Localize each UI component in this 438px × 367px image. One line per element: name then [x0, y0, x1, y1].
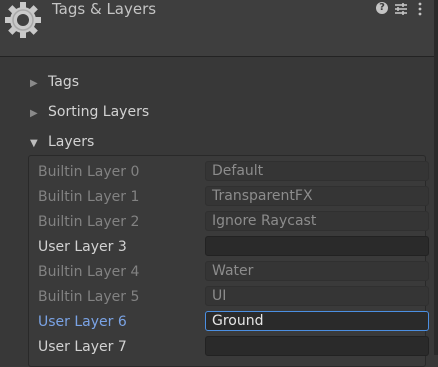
more-icon[interactable]: [417, 2, 423, 16]
layer-row: User Layer 6 Ground: [29, 309, 429, 334]
foldout-label: Layers: [48, 134, 95, 150]
layer-row: User Layer 7: [29, 334, 429, 359]
layer-row: Builtin Layer 0 Default: [29, 159, 429, 184]
layer-label: User Layer 7: [38, 339, 127, 355]
help-icon[interactable]: ?: [376, 2, 388, 14]
layer-name-field: Water: [205, 261, 429, 281]
layer-label: Builtin Layer 1: [38, 189, 140, 205]
layer-label: Builtin Layer 4: [38, 264, 140, 280]
layer-row: Builtin Layer 1 TransparentFX: [29, 184, 429, 209]
foldout-sorting-layers[interactable]: ▶ Sorting Layers: [30, 102, 149, 122]
layer-name-input[interactable]: Ground: [205, 311, 429, 331]
chevron-down-icon: ▼: [30, 138, 38, 149]
layer-name-input[interactable]: [205, 336, 429, 356]
chevron-right-icon: ▶: [30, 78, 38, 89]
layer-label: User Layer 3: [38, 239, 127, 255]
layer-row: Builtin Layer 4 Water: [29, 259, 429, 284]
inspector-header: Tags & Layers ?: [0, 0, 438, 57]
chevron-right-icon: ▶: [30, 108, 38, 119]
layer-label: User Layer 6: [38, 314, 127, 330]
layer-label: Builtin Layer 0: [38, 164, 140, 180]
layers-list: Builtin Layer 0 Default Builtin Layer 1 …: [28, 155, 429, 367]
window-title: Tags & Layers: [52, 0, 157, 18]
foldout-tags[interactable]: ▶ Tags: [30, 72, 79, 92]
layer-name-field: UI: [205, 286, 429, 306]
layer-row: User Layer 3: [29, 234, 429, 259]
layer-row: Builtin Layer 5 UI: [29, 284, 429, 309]
scrollbar-track[interactable]: [434, 0, 438, 355]
foldout-label: Sorting Layers: [48, 104, 150, 120]
layer-label: Builtin Layer 2: [38, 214, 140, 230]
gear-icon: [5, 2, 41, 38]
layer-label: Builtin Layer 5: [38, 289, 140, 305]
foldout-layers[interactable]: ▼ Layers: [30, 132, 94, 152]
foldout-label: Tags: [48, 74, 79, 90]
layer-name-field: Default: [205, 161, 429, 181]
layer-name-field: TransparentFX: [205, 186, 429, 206]
layer-row: Builtin Layer 2 Ignore Raycast: [29, 209, 429, 234]
layer-name-field: Ignore Raycast: [205, 211, 429, 231]
tune-icon[interactable]: [394, 2, 408, 16]
layer-name-input[interactable]: [205, 236, 429, 256]
